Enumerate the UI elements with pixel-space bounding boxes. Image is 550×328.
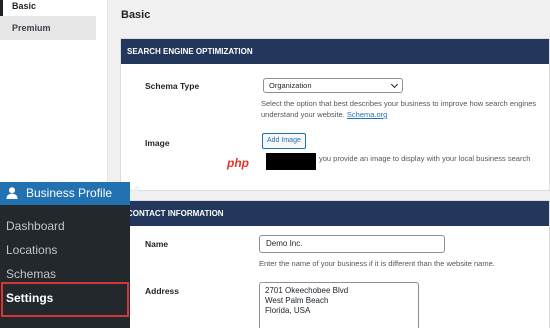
address-label: Address: [145, 286, 180, 296]
name-label: Name: [145, 239, 169, 249]
contact-section: CONTACT INFORMATION Name Demo Inc. Enter…: [120, 200, 550, 328]
image-help-text: you provide an image to display with you…: [319, 154, 531, 163]
admin-menu-header[interactable]: Business Profile: [0, 182, 138, 205]
schema-type-select[interactable]: Organization: [263, 78, 403, 93]
page-title: Basic: [121, 9, 151, 21]
chevron-down-icon: [390, 80, 399, 89]
settings-tabs: Basic Premium: [0, 0, 108, 183]
address-line-3: Florida, USA: [265, 306, 311, 315]
schema-help-text: Select the option that best describes yo…: [261, 99, 537, 119]
current-menu-arrow: [130, 185, 138, 201]
address-line-1: 2701 Okeechobee Blvd: [265, 286, 349, 295]
admin-menu-item-dashboard[interactable]: Dashboard: [6, 219, 65, 233]
admin-menu-item-schemas[interactable]: Schemas: [6, 267, 56, 281]
contact-section-title: CONTACT INFORMATION: [121, 201, 549, 226]
name-help-text: Enter the name of your business if it is…: [259, 259, 495, 268]
add-image-button[interactable]: Add Image: [262, 133, 306, 149]
admin-sidebar: Business Profile Dashboard Locations Sch…: [0, 182, 138, 328]
user-icon: [6, 187, 18, 199]
tab-premium[interactable]: Premium: [0, 16, 96, 40]
schema-org-link[interactable]: Schema.org: [347, 110, 387, 119]
admin-menu-item-locations[interactable]: Locations: [6, 243, 57, 257]
address-line-2: West Palm Beach: [265, 296, 329, 305]
seo-section-title: SEARCH ENGINE OPTIMIZATION: [121, 39, 549, 64]
address-textarea[interactable]: 2701 Okeechobee Blvd West Palm Beach Flo…: [259, 282, 419, 328]
admin-menu-header-label: Business Profile: [26, 186, 113, 200]
schema-type-label: Schema Type: [145, 81, 200, 91]
seo-section: SEARCH ENGINE OPTIMIZATION Schema Type O…: [120, 38, 550, 191]
settings-highlight-box: [1, 282, 129, 317]
php-watermark-logo: php: [226, 156, 249, 170]
redaction-block: [266, 153, 316, 170]
schema-type-value: Organization: [269, 81, 312, 90]
name-input[interactable]: Demo Inc.: [259, 235, 445, 253]
php-watermark-text: php: [226, 156, 249, 170]
image-label: Image: [145, 138, 170, 148]
